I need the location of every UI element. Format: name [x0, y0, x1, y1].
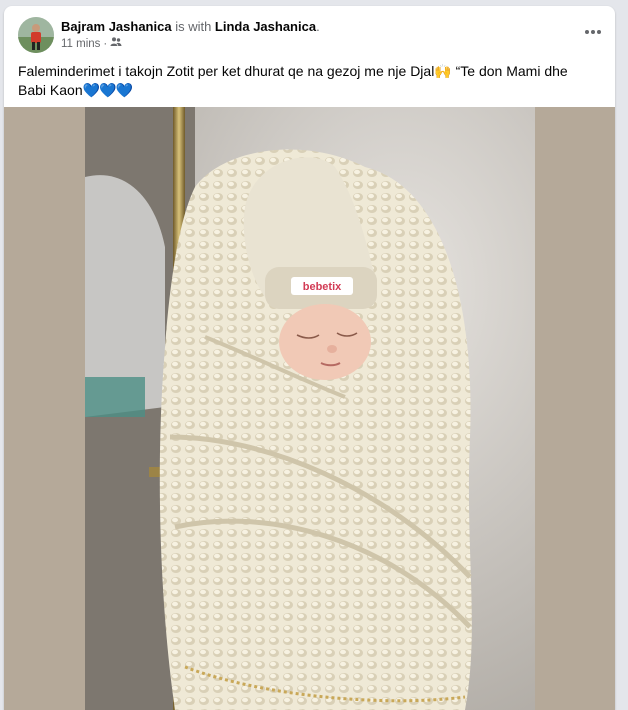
more-options-button[interactable] [581, 20, 605, 44]
post-meta: 11 mins · [61, 36, 122, 53]
caption-hearts: 💙💙💙 [82, 82, 133, 98]
post-photo-frame: bebetix [4, 107, 615, 710]
post-header: Bajram Jashanica is with Linda Jashanica… [4, 6, 615, 58]
more-options-icon [585, 30, 601, 34]
author-name[interactable]: Bajram Jashanica [61, 19, 172, 34]
meta-separator: · [103, 38, 108, 50]
author-avatar[interactable] [18, 17, 54, 53]
post-photo[interactable]: bebetix [85, 107, 535, 710]
hat-label: bebetix [303, 281, 342, 293]
with-text: is with [171, 19, 215, 34]
tagged-name[interactable]: Linda Jashanica [215, 19, 316, 34]
post-caption: Faleminderimet i takojn Zotit per ket dh… [18, 62, 598, 100]
post-card: Bajram Jashanica is with Linda Jashanica… [4, 6, 615, 710]
author-line: Bajram Jashanica is with Linda Jashanica… [61, 18, 320, 35]
period-text: . [316, 19, 320, 34]
friends-icon[interactable] [110, 36, 122, 53]
post-timestamp[interactable]: 11 mins [61, 37, 100, 52]
